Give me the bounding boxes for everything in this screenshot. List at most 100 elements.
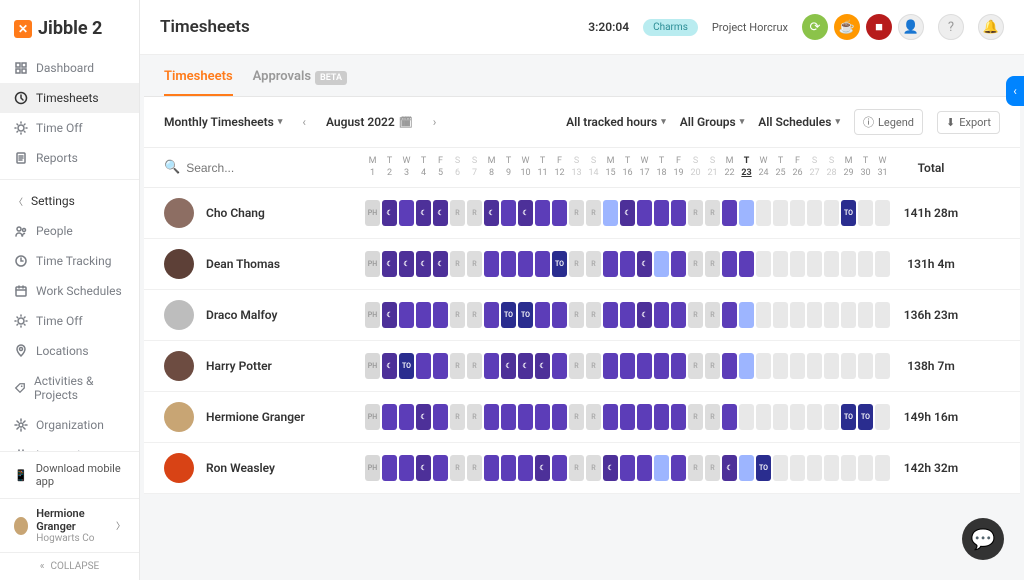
- day-3[interactable]: W3: [398, 156, 415, 179]
- brand-logo[interactable]: ✕ Jibble 2: [0, 0, 139, 49]
- day-cell[interactable]: [620, 455, 635, 481]
- day-cell[interactable]: [824, 404, 839, 430]
- day-cell[interactable]: [552, 455, 567, 481]
- day-cell[interactable]: R: [450, 200, 465, 226]
- day-cell[interactable]: R: [586, 302, 601, 328]
- notifications-button[interactable]: 🔔: [978, 14, 1004, 40]
- day-28[interactable]: S28: [823, 156, 840, 179]
- day-19[interactable]: F19: [670, 156, 687, 179]
- project-name[interactable]: Project Horcrux: [712, 21, 788, 34]
- day-cell[interactable]: [756, 200, 771, 226]
- day-cell[interactable]: [637, 455, 652, 481]
- day-cell[interactable]: R: [569, 200, 584, 226]
- day-cell[interactable]: ☾: [416, 455, 431, 481]
- day-cell[interactable]: ☾: [433, 200, 448, 226]
- day-cell[interactable]: [603, 404, 618, 430]
- schedules-filter[interactable]: All Schedules ▾: [758, 115, 840, 129]
- day-cell[interactable]: [858, 200, 873, 226]
- day-cell[interactable]: [433, 455, 448, 481]
- day-cell[interactable]: [552, 302, 567, 328]
- day-cell[interactable]: ☾: [518, 200, 533, 226]
- day-cell[interactable]: [484, 404, 499, 430]
- day-cell[interactable]: TO: [858, 404, 873, 430]
- day-cell[interactable]: R: [586, 200, 601, 226]
- user-menu[interactable]: Hermione Granger Hogwarts Co 〉: [0, 498, 139, 552]
- day-cell[interactable]: ☾: [382, 302, 397, 328]
- day-5[interactable]: F5: [432, 156, 449, 179]
- groups-filter[interactable]: All Groups ▾: [680, 115, 745, 129]
- day-cell[interactable]: [773, 302, 788, 328]
- day-cell[interactable]: ☾: [535, 353, 550, 379]
- day-cell[interactable]: R: [450, 353, 465, 379]
- day-cell[interactable]: [620, 353, 635, 379]
- day-cell[interactable]: [433, 404, 448, 430]
- day-cell[interactable]: ☾: [416, 404, 431, 430]
- day-cell[interactable]: R: [569, 404, 584, 430]
- day-cell[interactable]: [535, 302, 550, 328]
- day-20[interactable]: S20: [687, 156, 704, 179]
- timesheet-row[interactable]: Cho Chang PH☾☾☾RR☾☾RR☾RRTO 141h 28m: [144, 188, 1020, 239]
- day-cell[interactable]: PH: [365, 200, 380, 226]
- day-cell[interactable]: [841, 251, 856, 277]
- day-cell[interactable]: R: [467, 200, 482, 226]
- day-cell[interactable]: R: [467, 455, 482, 481]
- day-cell[interactable]: [773, 200, 788, 226]
- day-cell[interactable]: [535, 251, 550, 277]
- day-cell[interactable]: [790, 455, 805, 481]
- day-cell[interactable]: R: [467, 251, 482, 277]
- export-button[interactable]: ⬇ Export: [937, 111, 1000, 134]
- day-12[interactable]: F12: [551, 156, 568, 179]
- timesheet-row[interactable]: Harry Potter PH☾TORR☾☾☾RRRR 138h 7m: [144, 341, 1020, 392]
- day-cell[interactable]: PH: [365, 353, 380, 379]
- day-cell[interactable]: ☾: [501, 353, 516, 379]
- day-cell[interactable]: TO: [518, 302, 533, 328]
- day-cell[interactable]: [824, 455, 839, 481]
- day-cell[interactable]: TO: [841, 200, 856, 226]
- day-cell[interactable]: [620, 251, 635, 277]
- tab-approvals[interactable]: ApprovalsBETA: [253, 69, 347, 96]
- day-cell[interactable]: [433, 353, 448, 379]
- day-cell[interactable]: [807, 302, 822, 328]
- day-18[interactable]: T18: [653, 156, 670, 179]
- day-cell[interactable]: [552, 353, 567, 379]
- day-cell[interactable]: [722, 251, 737, 277]
- download-app-link[interactable]: 📱 Download mobile app: [0, 452, 139, 498]
- day-cell[interactable]: [739, 302, 754, 328]
- hours-filter[interactable]: All tracked hours ▾: [566, 115, 666, 129]
- day-cell[interactable]: [773, 251, 788, 277]
- day-cell[interactable]: R: [569, 302, 584, 328]
- day-cell[interactable]: [824, 200, 839, 226]
- day-cell[interactable]: R: [705, 200, 720, 226]
- day-cell[interactable]: [824, 353, 839, 379]
- day-cell[interactable]: [824, 251, 839, 277]
- day-cell[interactable]: R: [586, 455, 601, 481]
- search-input[interactable]: [186, 161, 326, 175]
- day-cell[interactable]: [773, 455, 788, 481]
- day-cell[interactable]: [875, 200, 890, 226]
- day-cell[interactable]: [858, 251, 873, 277]
- day-14[interactable]: S14: [585, 156, 602, 179]
- day-31[interactable]: W31: [874, 156, 891, 179]
- view-selector[interactable]: Monthly Timesheets ▾: [164, 115, 282, 129]
- day-cell[interactable]: R: [688, 251, 703, 277]
- day-cell[interactable]: ☾: [722, 455, 737, 481]
- day-cell[interactable]: ☾: [416, 200, 431, 226]
- day-cell[interactable]: ☾: [637, 302, 652, 328]
- day-cell[interactable]: [722, 353, 737, 379]
- day-cell[interactable]: ☾: [603, 455, 618, 481]
- day-cell[interactable]: [484, 455, 499, 481]
- next-period-button[interactable]: ›: [427, 115, 443, 129]
- day-cell[interactable]: R: [688, 302, 703, 328]
- timesheet-row[interactable]: Draco Malfoy PH☾RRTOTORR☾RR 136h 23m: [144, 290, 1020, 341]
- day-25[interactable]: T25: [772, 156, 789, 179]
- tab-timesheets[interactable]: Timesheets: [164, 69, 233, 96]
- day-cell[interactable]: R: [450, 455, 465, 481]
- day-cell[interactable]: [858, 455, 873, 481]
- help-button[interactable]: ?: [938, 14, 964, 40]
- day-cell[interactable]: [603, 251, 618, 277]
- day-cell[interactable]: R: [467, 404, 482, 430]
- day-16[interactable]: T16: [619, 156, 636, 179]
- day-cell[interactable]: TO: [841, 404, 856, 430]
- day-cell[interactable]: [654, 200, 669, 226]
- day-cell[interactable]: [416, 353, 431, 379]
